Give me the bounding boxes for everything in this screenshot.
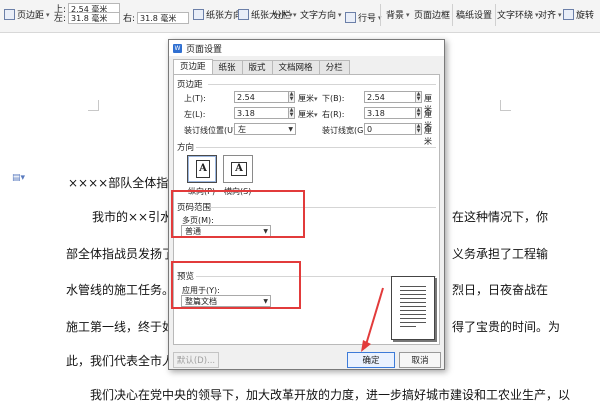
right-margin-label: 右(R): [322, 110, 345, 119]
bottom-margin-input[interactable]: 2.54 [364, 91, 416, 103]
right-margin-stepper[interactable]: ▲ ▼ [415, 107, 422, 119]
top-margin-unit[interactable]: 厘米▾ [298, 93, 318, 104]
doc-line: 得了宝贵的时间。为 [452, 320, 561, 334]
portrait-label: 纵向(P) [188, 187, 216, 196]
landscape-button[interactable]: A [223, 155, 253, 183]
landscape-label: 横向(S) [224, 187, 252, 196]
page-preview-thumbnail [391, 276, 435, 340]
dialog-tabs: 页边距 纸张 版式 文档网格 分栏 [173, 59, 350, 75]
right-margin-field[interactable]: 右: 31.8 毫米 [123, 11, 190, 24]
gutter-width-label: 装订线宽(G): [322, 126, 370, 135]
line-numbers-button[interactable]: 行号▾ [345, 11, 382, 24]
orientation-icon [193, 9, 204, 20]
doc-title-line: ××××部队全体指战 [68, 176, 181, 190]
right-margin-input[interactable]: 3.18 [364, 107, 416, 119]
columns-button[interactable]: 分栏 ▾ [273, 8, 297, 22]
tab-document-grid[interactable]: 文档网格 [271, 60, 320, 75]
align-button[interactable]: 对齐 ▾ [538, 8, 562, 22]
text-direction-button[interactable]: 文字方向 ▾ [300, 8, 342, 22]
app-icon: W [173, 43, 182, 53]
doc-line: 施工第一线，终于如 [66, 320, 175, 334]
background-button[interactable]: 背景 ▾ [386, 8, 410, 22]
top-margin-stepper[interactable]: ▲ ▼ [288, 91, 295, 103]
paper-size-icon [238, 9, 249, 20]
chevron-down-icon: ▼ [263, 228, 268, 235]
chevron-down-icon: ▼ [263, 298, 268, 305]
left-margin-field[interactable]: 左: 31.8 毫米 [54, 11, 121, 24]
rotate-button[interactable]: 旋转 [563, 8, 594, 21]
margin-corner-top-right [500, 100, 511, 111]
dialog-title: 页面设置 [186, 44, 223, 55]
doc-line: 部全体指战员发扬了 [66, 247, 175, 261]
landscape-page-icon: A [231, 162, 247, 176]
tab-margins[interactable]: 页边距 [173, 59, 213, 75]
orientation-section-title: 方向 [177, 143, 195, 153]
gutter-width-stepper[interactable]: ▲ ▼ [415, 123, 422, 135]
doc-line: 我们决心在党中央的领导下，加大改革开放的力度，进一步搞好城市建设和工农业生产，以 [90, 388, 571, 402]
ribbon-toolbar: 页边距 ▾ 上: 2.54 毫米 左: 31.8 毫米 右: 31.8 毫米 纸张… [0, 0, 600, 33]
line-numbers-icon [345, 12, 356, 23]
gutter-width-input[interactable]: 0 [364, 123, 416, 135]
preview-section-title: 预览 [177, 272, 195, 282]
margin-corner-top-left [88, 100, 99, 111]
doc-line: 水管线的施工任务。 [66, 283, 175, 297]
top-margin-input[interactable]: 2.54 [234, 91, 289, 103]
tab-paper[interactable]: 纸张 [211, 60, 243, 75]
gutter-position-select[interactable]: 左 ▼ [234, 123, 296, 135]
page-border-button[interactable]: 页面边框 [414, 8, 450, 21]
doc-line: 在这种情况下，你 [452, 210, 549, 224]
left-margin-unit[interactable]: 厘米▾ [298, 109, 318, 120]
gutter-width-unit[interactable]: 厘米 [424, 125, 439, 147]
ok-button[interactable]: 确定 [347, 352, 395, 368]
page-setup-dialog: W 页面设置 页边距 纸张 版式 文档网格 分栏 页边距 上(T): 2.54 … [168, 39, 445, 370]
portrait-button[interactable]: A [187, 155, 217, 183]
text-wrap-button[interactable]: 文字环绕 ▾ [497, 8, 539, 22]
gutter-position-label: 装订线位置(U): [184, 126, 239, 135]
margins-section-title: 页边距 [177, 80, 203, 90]
cancel-button[interactable]: 取消 [399, 352, 441, 368]
rotate-icon [563, 9, 574, 20]
default-button[interactable]: 默认(D)... [173, 352, 219, 368]
left-margin-input[interactable]: 3.18 [234, 107, 289, 119]
tab-layout[interactable]: 版式 [241, 60, 273, 75]
document-outline-icon[interactable]: ▤▾ [12, 173, 25, 183]
tab-columns[interactable]: 分栏 [318, 60, 350, 75]
apply-to-select[interactable]: 整篇文档 ▼ [181, 295, 271, 307]
doc-line: 义务承担了工程输 [452, 247, 549, 261]
portrait-page-icon: A [196, 160, 210, 178]
dialog-titlebar[interactable]: W 页面设置 [169, 40, 444, 56]
left-margin-label: 左(L): [184, 110, 206, 119]
doc-line: 此，我们代表全市人 [66, 354, 175, 368]
page-range-section-title: 页码范围 [177, 203, 212, 213]
page-margin-icon [4, 9, 15, 20]
top-margin-label: 上(T): [184, 94, 206, 103]
paper-settings-button[interactable]: 稿纸设置 [456, 8, 492, 21]
doc-line: 烈日，日夜奋战在 [452, 283, 549, 297]
multiple-pages-select[interactable]: 普通 ▼ [181, 225, 271, 237]
bottom-margin-label: 下(B): [322, 94, 345, 103]
left-margin-stepper[interactable]: ▲ ▼ [288, 107, 295, 119]
page-margin-button[interactable]: 页边距 ▾ [4, 8, 50, 21]
bottom-margin-stepper[interactable]: ▲ ▼ [415, 91, 422, 103]
chevron-down-icon: ▼ [288, 126, 293, 133]
